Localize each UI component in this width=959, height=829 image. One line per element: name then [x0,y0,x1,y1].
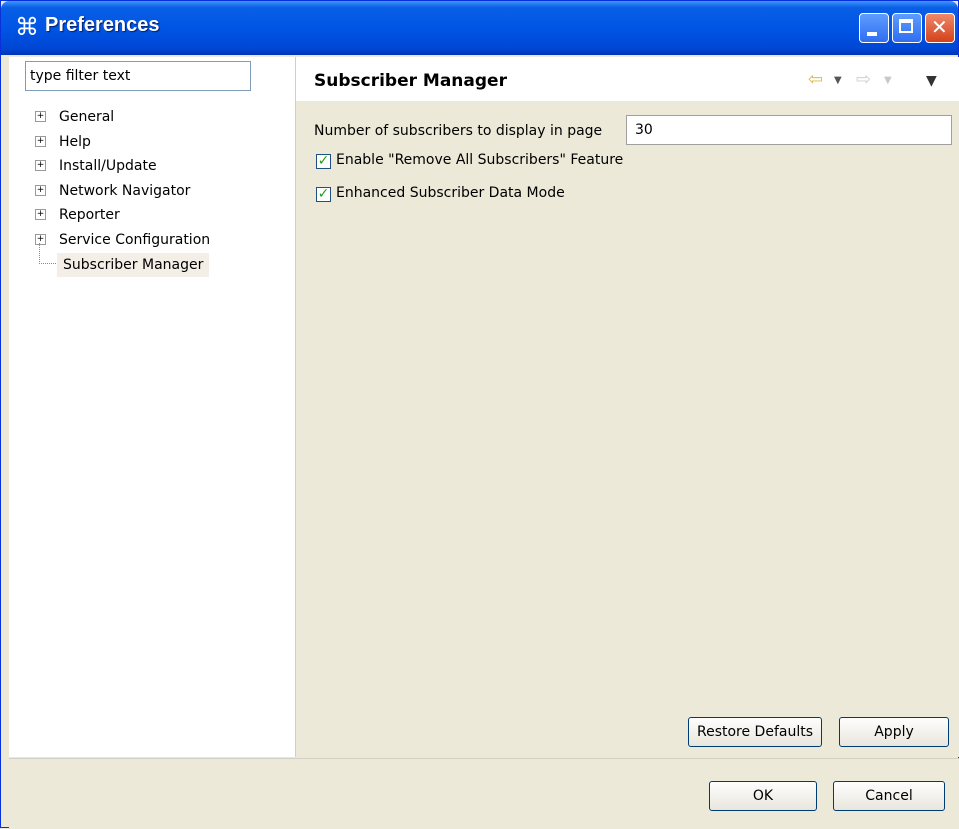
expand-icon[interactable]: + [35,111,46,122]
preferences-tree-pane: + General + Help + Install/Update + Netw… [9,57,296,757]
enhanced-data-mode-checkbox[interactable]: ✓ [316,187,331,202]
page-title: Subscriber Manager [314,71,507,91]
preferences-icon: ⌘ [15,13,39,41]
tree-item-label: Install/Update [59,158,157,175]
tree-item-label: Network Navigator [59,182,191,199]
forward-dropdown-icon[interactable]: ▼ [884,75,892,86]
tree-item-label: Reporter [59,207,120,224]
restore-defaults-button[interactable]: Restore Defaults [688,717,822,747]
remove-all-subscribers-checkbox[interactable]: ✓ [316,154,331,169]
ok-button[interactable]: OK [709,781,817,811]
tree-item-label: Help [59,133,91,150]
expand-icon[interactable]: + [35,160,46,172]
window-title: Preferences [45,14,160,36]
minimize-button[interactable] [859,13,889,43]
forward-arrow-icon[interactable]: ⇨ [856,69,871,90]
filter-input[interactable] [25,61,251,91]
preferences-window: ⌘ Preferences + General + Help + Install… [0,0,959,829]
dialog-button-bar: OK Cancel [9,758,959,829]
maximize-button[interactable] [892,13,922,43]
subscribers-per-page-label: Number of subscribers to display in page [314,123,603,139]
view-menu-icon[interactable]: ▼ [926,73,937,89]
cancel-button[interactable]: Cancel [833,781,945,811]
tree-connector-line [39,242,56,264]
title-bar[interactable]: ⌘ Preferences [1,1,958,55]
expand-icon[interactable]: + [35,184,46,196]
tree-item-label: Service Configuration [59,231,211,248]
apply-button[interactable]: Apply [839,717,949,747]
enhanced-data-mode-label: Enhanced Subscriber Data Mode [336,185,565,201]
expand-icon[interactable]: + [35,209,46,221]
tree-item-label: Subscriber Manager [57,252,210,277]
back-arrow-icon[interactable]: ⇦ [808,69,823,90]
preference-page: Subscriber Manager ⇦ ▼ ⇨ ▼ ▼ Number of s… [296,57,959,757]
close-button[interactable] [925,13,955,43]
remove-all-subscribers-label: Enable "Remove All Subscribers" Feature [336,152,624,168]
back-dropdown-icon[interactable]: ▼ [834,75,842,86]
expand-icon[interactable]: + [35,135,46,147]
subscribers-per-page-input[interactable] [626,115,952,145]
tree-item-label: General [59,109,115,125]
page-header: Subscriber Manager ⇦ ▼ ⇨ ▼ ▼ [296,57,959,101]
